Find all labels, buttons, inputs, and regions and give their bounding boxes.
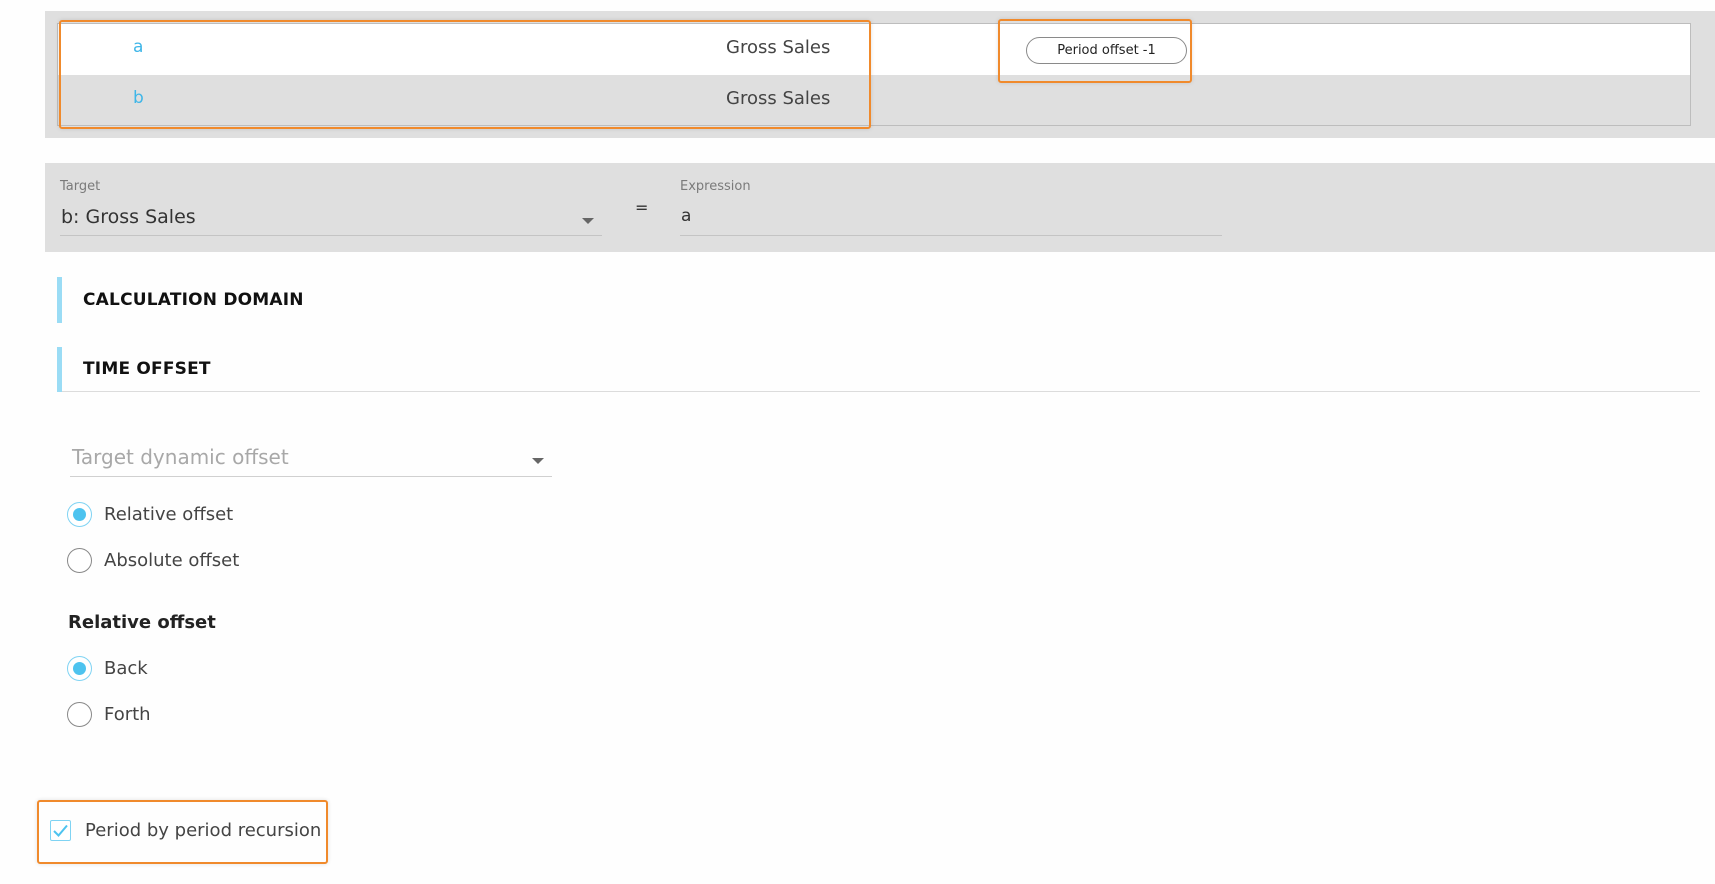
target-dynamic-offset-select[interactable]: Target dynamic offset: [70, 440, 552, 477]
period-recursion-checkbox[interactable]: Period by period recursion: [50, 820, 321, 841]
radio-label: Back: [104, 658, 148, 679]
table-row[interactable]: b Gross Sales: [58, 75, 1690, 125]
checkbox-checked-icon[interactable]: [50, 820, 71, 841]
radio-unselected-icon[interactable]: [67, 702, 92, 727]
checkmark-icon: [53, 824, 68, 837]
expression-underline: [680, 235, 1222, 236]
period-offset-badge[interactable]: Period offset -1: [1026, 37, 1187, 64]
radio-label: Absolute offset: [104, 550, 240, 571]
equals-sign: =: [635, 198, 649, 217]
section-accent-bar: [57, 277, 62, 323]
row-id[interactable]: a: [133, 37, 143, 57]
row-name: Gross Sales: [726, 88, 831, 109]
target-select-value[interactable]: b: Gross Sales: [61, 206, 196, 228]
series-table: a Gross Sales Period offset -1 b Gross S…: [57, 23, 1691, 126]
section-title[interactable]: TIME OFFSET: [83, 359, 211, 379]
row-id[interactable]: b: [133, 88, 144, 108]
section-accent-bar: [57, 347, 62, 392]
formula-panel: Target b: Gross Sales = Expression a: [45, 163, 1715, 252]
target-underline: [60, 235, 602, 236]
radio-selected-icon[interactable]: [67, 502, 92, 527]
radio-back[interactable]: Back: [67, 656, 148, 681]
section-title[interactable]: CALCULATION DOMAIN: [83, 290, 304, 310]
target-label: Target: [60, 179, 101, 194]
series-table-panel: a Gross Sales Period offset -1 b Gross S…: [45, 11, 1715, 138]
table-row[interactable]: a Gross Sales Period offset -1: [58, 24, 1690, 75]
radio-selected-icon[interactable]: [67, 656, 92, 681]
expression-label: Expression: [680, 179, 751, 194]
expression-input-value[interactable]: a: [681, 206, 691, 226]
radio-unselected-icon[interactable]: [67, 548, 92, 573]
chevron-down-icon[interactable]: [532, 458, 544, 464]
radio-relative-offset[interactable]: Relative offset: [67, 502, 233, 527]
chevron-down-icon[interactable]: [582, 218, 594, 224]
radio-label: Forth: [104, 704, 151, 725]
row-name: Gross Sales: [726, 37, 831, 58]
radio-label: Relative offset: [104, 504, 234, 525]
dynamic-offset-placeholder[interactable]: Target dynamic offset: [72, 445, 289, 469]
section-calculation-domain[interactable]: CALCULATION DOMAIN: [57, 277, 1700, 323]
radio-forth[interactable]: Forth: [67, 702, 151, 727]
radio-absolute-offset[interactable]: Absolute offset: [67, 548, 239, 573]
relative-offset-heading: Relative offset: [68, 612, 216, 633]
checkbox-label: Period by period recursion: [85, 820, 322, 841]
section-time-offset[interactable]: TIME OFFSET: [57, 347, 1700, 392]
